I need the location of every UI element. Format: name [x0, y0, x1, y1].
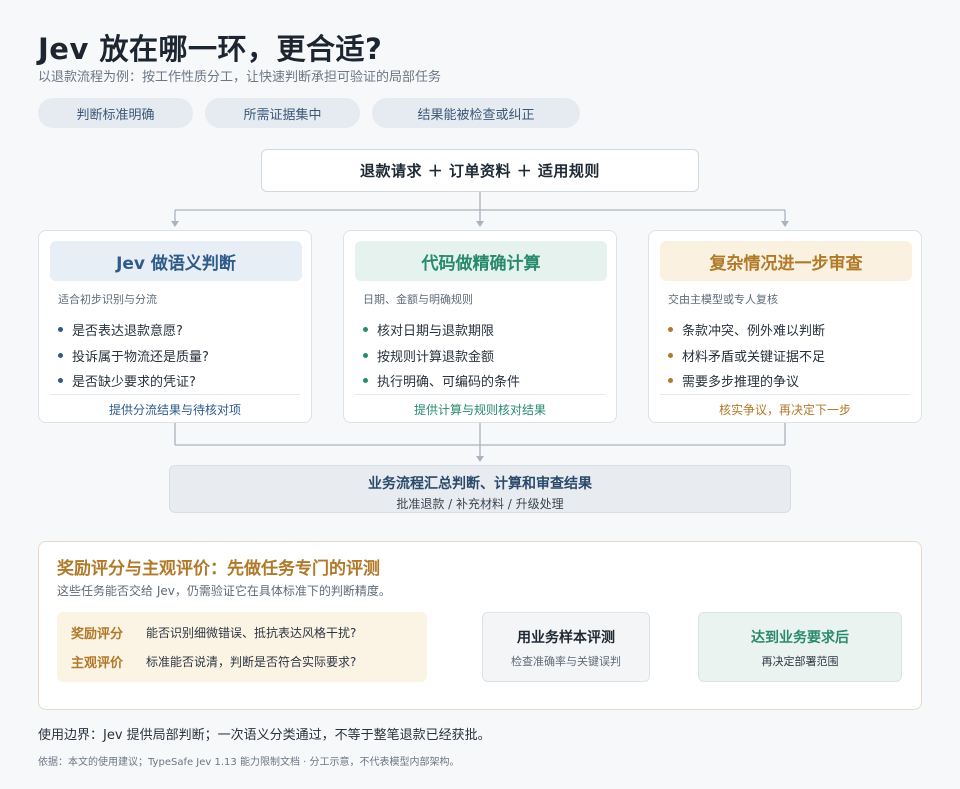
list-item-text: 核对日期与退款期限: [377, 324, 495, 340]
step-sub: 再决定部署范围: [761, 655, 839, 668]
card-footer: 提供分流结果与待核对项: [50, 394, 300, 418]
evaluation-section: 奖励评分与主观评价：先做任务专门的评测 这些任务能否交给 Jev，仍需验证它在具…: [38, 541, 922, 710]
criteria-pill: 判断标准明确: [38, 98, 193, 128]
criteria-label: 主观评价: [71, 656, 124, 671]
card-list: 核对日期与退款期限 按规则计算退款金额 执行明确、可编码的条件: [363, 317, 520, 394]
criteria-pill: 所需证据集中: [205, 98, 360, 128]
bullet-icon: [58, 352, 63, 358]
list-item-text: 按规则计算退款金额: [377, 349, 495, 365]
bullet-icon: [363, 327, 368, 333]
bullet-icon: [363, 352, 368, 358]
criteria-pill: 结果能被检查或纠正: [372, 98, 580, 128]
card-footer: 提供计算与规则核对结果: [355, 394, 605, 418]
list-item: 执行明确、可编码的条件: [363, 368, 520, 394]
list-item: 是否表达退款意愿?: [58, 317, 209, 343]
list-item: 条款冲突、例外难以判断: [668, 317, 825, 343]
page-title: Jev 放在哪一环，更合适?: [38, 32, 383, 66]
card-desc: 日期、金额与明确规则: [363, 293, 473, 306]
card-title: 代码做精确计算: [355, 241, 607, 281]
criteria-label: 奖励评分: [71, 627, 124, 642]
list-item: 核对日期与退款期限: [363, 317, 520, 343]
list-item-text: 需要多步推理的争议: [682, 375, 800, 391]
card-desc: 适合初步识别与分流: [58, 293, 157, 306]
card-list: 条款冲突、例外难以判断 材料矛盾或关键证据不足 需要多步推理的争议: [668, 317, 825, 394]
bullet-icon: [668, 352, 673, 358]
page-subtitle: 以退款流程为例：按工作性质分工，让快速判断承担可验证的局部任务: [38, 70, 442, 85]
criteria-box: 奖励评分 能否识别细微错误、抵抗表达风格干扰? 主观评价 标准能否说清，判断是否…: [57, 612, 427, 682]
list-item: 投诉属于物流还是质量?: [58, 343, 209, 369]
card-further-review: 复杂情况进一步审查 交由主模型或专人复核 条款冲突、例外难以判断 材料矛盾或关键…: [648, 230, 922, 423]
summary-title: 业务流程汇总判断、计算和审查结果: [368, 476, 592, 492]
card-semantic-judgment: Jev 做语义判断 适合初步识别与分流 是否表达退款意愿? 投诉属于物流还是质量…: [38, 230, 312, 423]
card-list: 是否表达退款意愿? 投诉属于物流还是质量? 是否缺少要求的凭证?: [58, 317, 209, 394]
summary-sub: 批准退款 / 补充材料 / 升级处理: [396, 497, 564, 511]
step-title: 达到业务要求后: [751, 630, 849, 646]
step-deploy-box: 达到业务要求后 再决定部署范围: [698, 612, 902, 682]
list-item-text: 投诉属于物流还是质量?: [72, 349, 209, 365]
criteria-text: 能否识别细微错误、抵抗表达风格干扰?: [146, 626, 357, 640]
card-precise-calculation: 代码做精确计算 日期、金额与明确规则 核对日期与退款期限 按规则计算退款金额 执…: [343, 230, 617, 423]
card-title: 复杂情况进一步审查: [660, 241, 912, 281]
source-note: 依据：本文的使用建议；TypeSafe Jev 1.13 能力限制文档 · 分工…: [38, 757, 460, 768]
list-item: 材料矛盾或关键证据不足: [668, 343, 825, 369]
bullet-icon: [668, 378, 673, 384]
usage-boundary-note: 使用边界：Jev 提供局部判断；一次语义分类通过，不等于整笔退款已经获批。: [38, 728, 491, 743]
card-desc: 交由主模型或专人复核: [668, 293, 778, 306]
list-item: 是否缺少要求的凭证?: [58, 368, 209, 394]
list-item-text: 材料矛盾或关键证据不足: [682, 349, 826, 365]
list-item-text: 是否缺少要求的凭证?: [72, 375, 196, 391]
bullet-icon: [363, 378, 368, 384]
list-item: 按规则计算退款金额: [363, 343, 520, 369]
list-item: 需要多步推理的争议: [668, 368, 825, 394]
evaluation-title: 奖励评分与主观评价：先做任务专门的评测: [57, 559, 380, 579]
list-item-text: 条款冲突、例外难以判断: [682, 324, 826, 340]
criteria-text: 标准能否说清，判断是否符合实际要求?: [146, 655, 357, 669]
list-item-text: 执行明确、可编码的条件: [377, 375, 521, 391]
criteria-row: 奖励评分 能否识别细微错误、抵抗表达风格干扰?: [71, 623, 356, 642]
step-title: 用业务样本评测: [517, 630, 615, 646]
list-item-text: 是否表达退款意愿?: [72, 324, 183, 340]
card-title: Jev 做语义判断: [50, 241, 302, 281]
card-footer: 核实争议，再决定下一步: [660, 394, 910, 418]
step-evaluate-box: 用业务样本评测 检查准确率与关键误判: [482, 612, 650, 682]
evaluation-sub: 这些任务能否交给 Jev，仍需验证它在具体标准下的判断精度。: [57, 584, 391, 598]
criteria-row: 主观评价 标准能否说清，判断是否符合实际要求?: [71, 652, 356, 671]
bullet-icon: [58, 327, 63, 333]
bullet-icon: [58, 378, 63, 384]
bullet-icon: [668, 327, 673, 333]
input-box: 退款请求 ＋ 订单资料 ＋ 适用规则: [261, 149, 699, 192]
step-sub: 检查准确率与关键误判: [511, 655, 621, 668]
summary-box: 业务流程汇总判断、计算和审查结果 批准退款 / 补充材料 / 升级处理: [169, 465, 791, 513]
